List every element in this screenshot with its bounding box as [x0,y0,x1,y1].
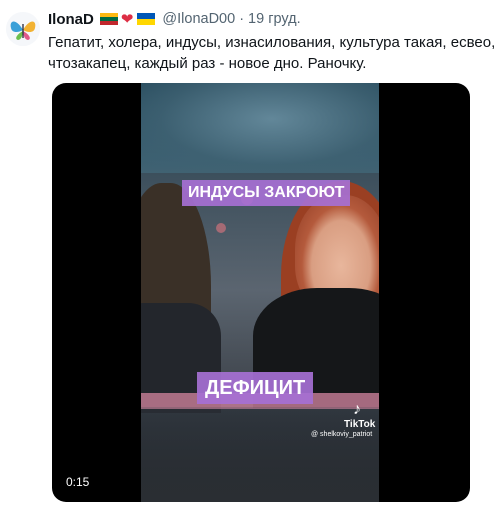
heart-icon: ❤ [120,10,134,28]
tweet-date[interactable]: 19 груд. [248,11,301,27]
separator-dot: · [239,11,245,27]
display-name[interactable]: IlonaD [48,11,94,28]
tiktok-username: @ shelkoviy_patriot [311,431,373,438]
video-caption-bottom: ДЕФИЦИТ [197,372,314,404]
tiktok-brand-label: TikTok [344,419,376,430]
blurred-background-top [141,83,379,173]
tiktok-logo-icon: ♪ [353,401,361,418]
butterfly-logo-icon [6,12,40,46]
tweet-text: Гепатит, холера, индусы, изнасилования, … [48,34,496,72]
ukraine-flag-icon [137,13,156,25]
video-player[interactable]: ИНДУСЫ ЗАКРОЮТ ДЕФИЦИТ ♪ TikTok @ shelko… [52,83,470,502]
video-frame[interactable]: ИНДУСЫ ЗАКРОЮТ ДЕФИЦИТ ♪ TikTok @ shelko… [141,83,379,502]
lithuania-flag-icon [99,13,118,25]
tweet-header: IlonaD ❤ @IlonaD00 · 19 груд. [48,9,301,29]
user-handle[interactable]: @IlonaD00 [162,11,235,27]
bokeh-light [216,223,226,233]
video-caption-top: ИНДУСЫ ЗАКРОЮТ [182,180,351,206]
avatar[interactable] [6,12,40,46]
video-timestamp: 0:15 [66,475,90,489]
